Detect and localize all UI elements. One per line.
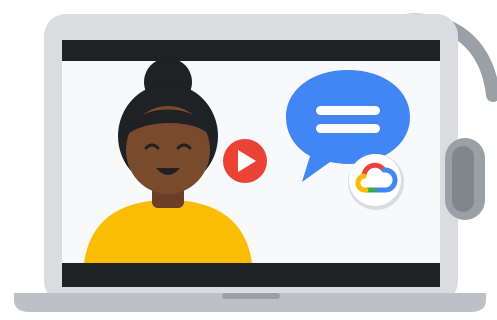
screen-top-bar (62, 40, 440, 61)
headset-earcup-inner (452, 146, 474, 212)
google-cloud-logo (348, 154, 404, 210)
video-call-illustration (14, 13, 497, 312)
screen-bottom-bar (62, 263, 440, 287)
headset-earcup (445, 138, 485, 220)
play-icon (223, 139, 267, 183)
speech-line-bottom (316, 124, 380, 133)
speech-line-top (316, 106, 380, 115)
laptop-base-notch (222, 293, 280, 299)
